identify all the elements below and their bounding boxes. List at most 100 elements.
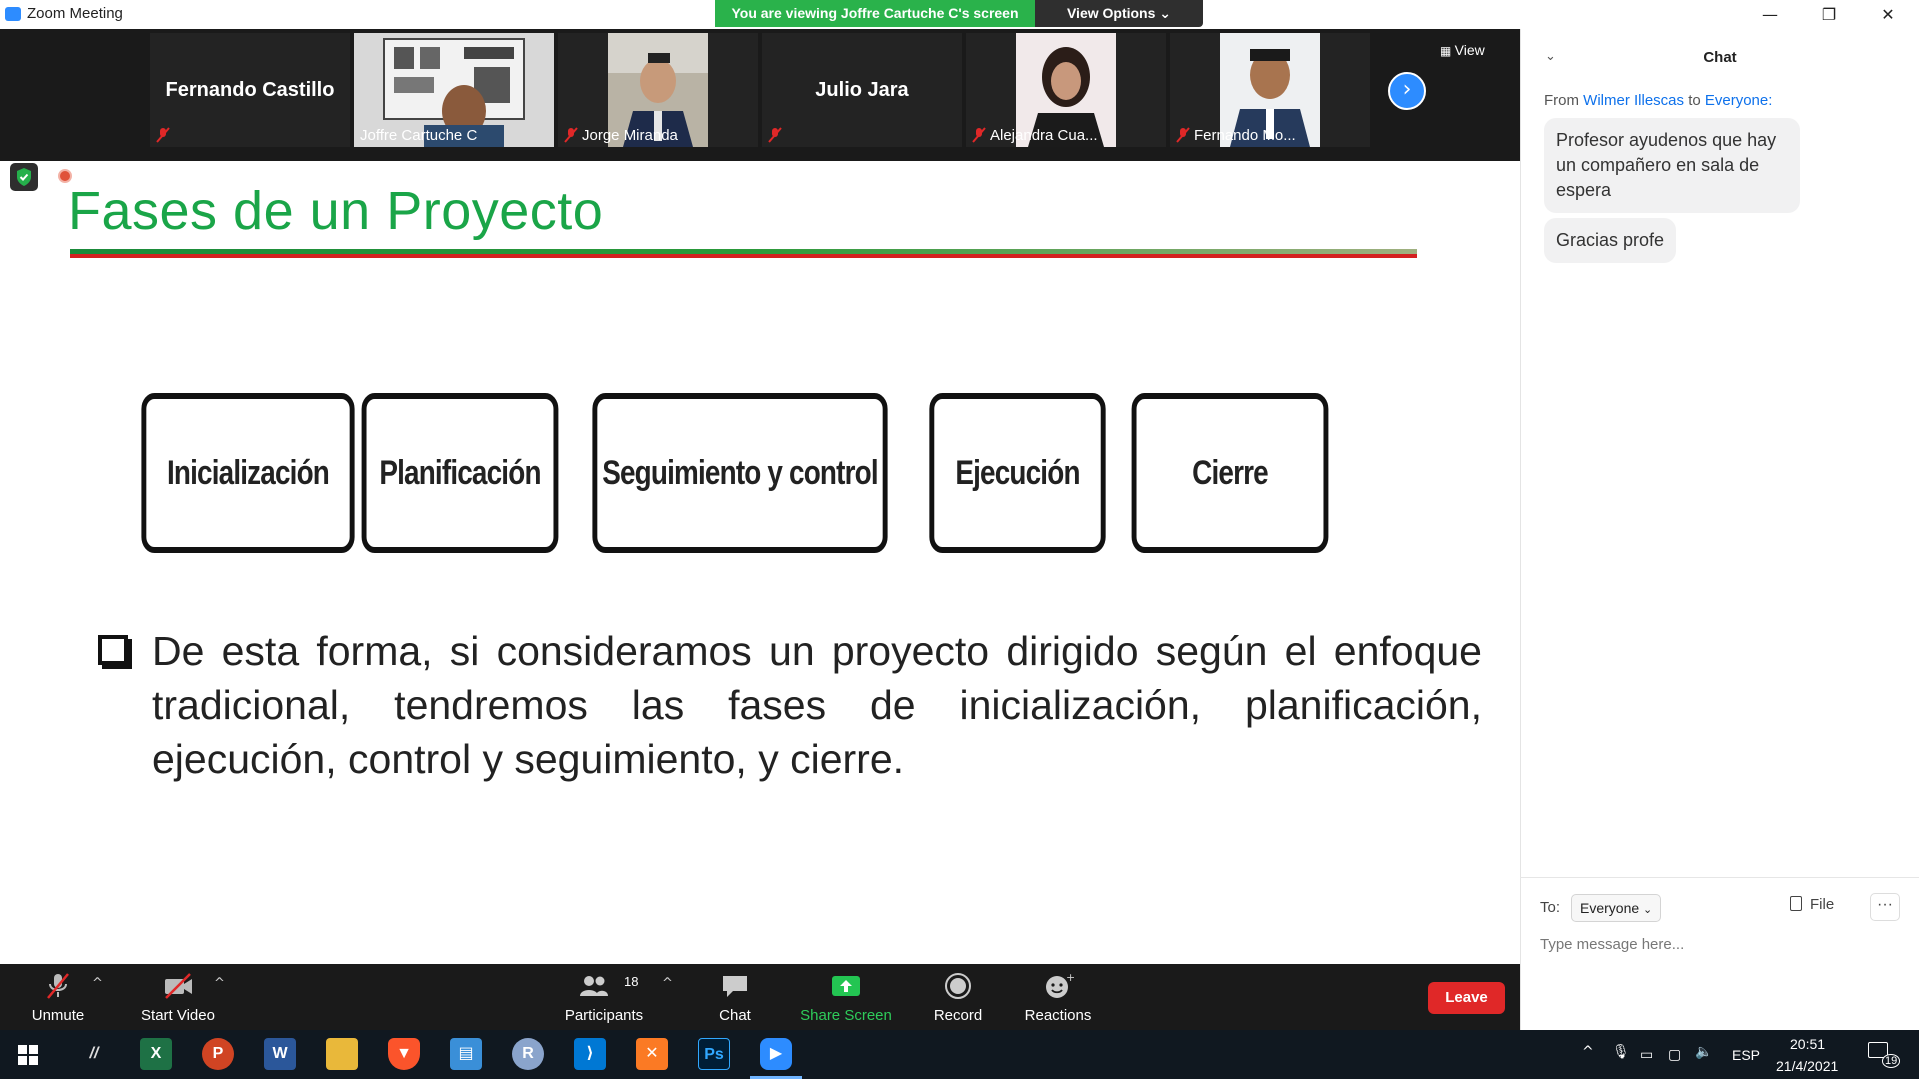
- message-input[interactable]: [1540, 930, 1900, 958]
- unmute-button[interactable]: Unmute: [18, 964, 98, 1030]
- share-screen-label: Share Screen: [800, 1007, 892, 1024]
- participant-tile[interactable]: Jorge Miranda: [558, 33, 758, 147]
- muted-mic-icon: [156, 127, 170, 143]
- meeting-toolbar: Unmute ^ Start Video ^ 18 Participants ^…: [0, 964, 1520, 1030]
- phase-box: Planificación: [361, 393, 559, 553]
- notifications-button[interactable]: 19: [1868, 1042, 1902, 1068]
- clock-time[interactable]: 20:51: [1790, 1036, 1825, 1052]
- reactions-button[interactable]: + Reactions: [1018, 964, 1098, 1030]
- muted-mic-icon: [564, 127, 578, 143]
- next-page-arrow-icon[interactable]: ›: [1388, 72, 1426, 110]
- language-indicator[interactable]: ESP: [1732, 1047, 1760, 1063]
- powerpoint-icon[interactable]: P: [202, 1038, 234, 1070]
- control-panel-icon[interactable]: ▤: [450, 1038, 482, 1070]
- zoom-app-icon: [5, 7, 21, 21]
- chat-label: Chat: [719, 1007, 751, 1024]
- file-explorer-icon[interactable]: [326, 1038, 358, 1070]
- word-icon[interactable]: W: [264, 1038, 296, 1070]
- clock-date[interactable]: 21/4/2021: [1776, 1058, 1838, 1074]
- file-label: File: [1810, 896, 1835, 913]
- from-prefix: From: [1544, 92, 1579, 109]
- participant-tile[interactable]: Fernando Mo...: [1170, 33, 1370, 147]
- reactions-icon: +: [1046, 972, 1074, 998]
- recipient-select[interactable]: Everyone ⌄: [1571, 894, 1661, 922]
- record-label: Record: [933, 1007, 983, 1024]
- to-label: To:: [1540, 899, 1561, 916]
- brave-browser-icon[interactable]: ▼: [388, 1038, 420, 1070]
- muted-mic-icon: [972, 127, 986, 143]
- xampp-icon[interactable]: ✕: [636, 1038, 668, 1070]
- tray-overflow-icon[interactable]: ^: [1582, 1044, 1594, 1060]
- volume-icon[interactable]: 🔈: [1695, 1044, 1712, 1060]
- phase-box: Cierre: [1131, 393, 1329, 553]
- shared-screen: [0, 161, 1520, 964]
- participant-name: Julio Jara: [815, 79, 909, 101]
- unmute-label: Unmute: [31, 1007, 85, 1024]
- reactions-label: Reactions: [1024, 1007, 1092, 1024]
- share-screen-icon: [832, 976, 860, 996]
- recipient-link[interactable]: Everyone:: [1705, 92, 1773, 109]
- phase-box: Ejecución: [929, 393, 1106, 553]
- battery-icon[interactable]: ▭: [1640, 1046, 1653, 1063]
- recipient-value: Everyone: [1580, 900, 1640, 916]
- microphone-tray-icon[interactable]: 🎙: [1612, 1044, 1630, 1060]
- chat-message[interactable]: Profesor ayudenos que hay un compañero e…: [1544, 118, 1800, 213]
- view-layout-button[interactable]: ▦ View: [1440, 37, 1515, 63]
- participant-tile-active[interactable]: Joffre Cartuche C: [354, 33, 554, 147]
- leave-button[interactable]: Leave: [1428, 982, 1505, 1014]
- security-shield-icon[interactable]: [10, 163, 38, 191]
- participants-icon: [580, 976, 609, 996]
- chat-title: Chat: [1703, 49, 1737, 66]
- photoshop-icon[interactable]: Ps: [698, 1038, 730, 1070]
- minimize-button[interactable]: —: [1747, 2, 1793, 28]
- participant-tile[interactable]: Alejandra Cua...: [966, 33, 1166, 147]
- muted-mic-icon: [1176, 127, 1190, 143]
- close-button[interactable]: ✕: [1865, 2, 1911, 28]
- participants-label: Participants: [564, 1007, 644, 1024]
- file-button[interactable]: File: [1790, 896, 1834, 920]
- grid-icon: ▦: [1440, 44, 1455, 58]
- participant-label: Fernando Mo...: [1194, 127, 1296, 144]
- participant-label: Jorge Miranda: [582, 127, 678, 144]
- video-options-caret-icon[interactable]: ^: [214, 976, 225, 991]
- audio-options-caret-icon[interactable]: ^: [92, 976, 103, 991]
- muted-mic-icon: [768, 127, 782, 143]
- sender-name-link[interactable]: Wilmer Illescas: [1583, 92, 1684, 109]
- participants-caret-icon[interactable]: ^: [662, 976, 673, 991]
- start-video-label: Start Video: [141, 1007, 215, 1024]
- more-options-button[interactable]: ···: [1870, 893, 1900, 921]
- pen-app-icon[interactable]: //: [78, 1038, 110, 1070]
- network-icon[interactable]: ▢: [1668, 1046, 1681, 1063]
- participants-count: 18: [624, 974, 639, 989]
- zoom-taskbar-icon[interactable]: ▶: [760, 1038, 792, 1070]
- windows-start-icon[interactable]: [18, 1045, 38, 1065]
- video-strip: Fernando Castillo Joffre Cartuche C Jorg…: [0, 29, 1520, 161]
- chat-message[interactable]: Gracias profe: [1544, 218, 1677, 263]
- participant-tile[interactable]: Julio Jara: [762, 33, 962, 147]
- participant-tile[interactable]: Fernando Castillo: [150, 33, 350, 147]
- notification-count: 19: [1882, 1054, 1901, 1068]
- participant-label: Joffre Cartuche C: [360, 127, 478, 144]
- view-options-button[interactable]: View Options ⌄: [1035, 0, 1203, 27]
- record-button[interactable]: Record: [918, 964, 998, 1030]
- video-off-icon: [165, 973, 192, 999]
- chat-button[interactable]: Chat: [695, 964, 775, 1030]
- vscode-icon[interactable]: ⟩: [574, 1038, 606, 1070]
- chevron-down-icon[interactable]: ⌄: [1545, 49, 1556, 64]
- muted-mic-icon: [47, 973, 69, 999]
- participants-button[interactable]: 18 Participants: [556, 964, 652, 1030]
- to-word: to: [1688, 92, 1701, 109]
- window-title: Zoom Meeting: [27, 5, 123, 22]
- r-language-icon[interactable]: R: [512, 1038, 544, 1070]
- viewing-screen-banner: You are viewing Joffre Cartuche C's scre…: [715, 0, 1035, 27]
- bullet-square-icon: [98, 635, 128, 665]
- title-underline: [70, 249, 1417, 258]
- start-video-button[interactable]: Start Video: [128, 964, 228, 1030]
- maximize-button[interactable]: ❐: [1806, 2, 1852, 28]
- slide-body-text: De esta forma, si consideramos un proyec…: [152, 628, 1482, 782]
- record-icon: [945, 973, 971, 999]
- chat-divider: [1520, 877, 1919, 878]
- slide-title: Fases de un Proyecto: [68, 181, 604, 241]
- excel-icon[interactable]: X: [140, 1038, 172, 1070]
- share-screen-button[interactable]: Share Screen: [790, 964, 902, 1030]
